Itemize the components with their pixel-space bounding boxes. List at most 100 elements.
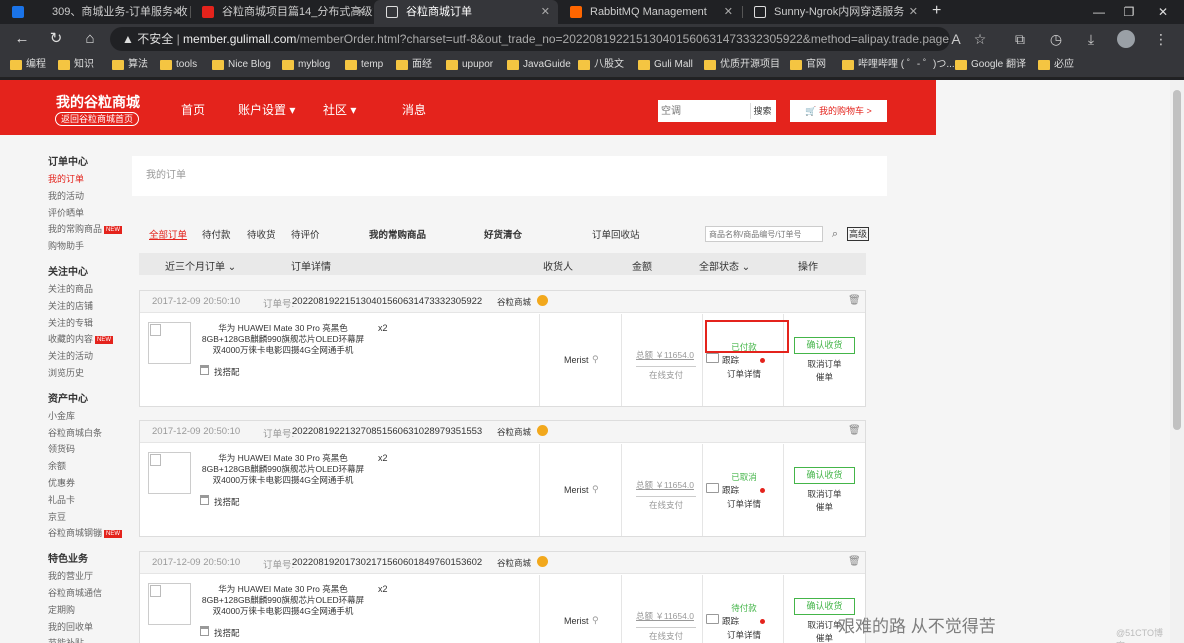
- reload-icon[interactable]: ↻: [46, 30, 66, 48]
- back-home-link[interactable]: 返回谷粒商城首页: [55, 112, 140, 126]
- nav-messages[interactable]: 消息: [402, 101, 426, 118]
- address-input[interactable]: ▲ 不安全 | member.gulimall.com/memberOrder.…: [110, 27, 950, 51]
- extension-icon[interactable]: ⧉: [1010, 30, 1030, 48]
- person-icon[interactable]: ⚲: [592, 615, 599, 626]
- browser-tab[interactable]: RabbitMQ Management ✕: [558, 0, 741, 24]
- sidebar-item[interactable]: 我的回收单: [48, 619, 128, 636]
- avatar[interactable]: [1117, 30, 1135, 48]
- browser-tab[interactable]: 谷粒商城项目篇14_分布式高级篇 ✕: [190, 0, 373, 24]
- search-button[interactable]: 搜索: [750, 103, 774, 119]
- tab-recycle-bin[interactable]: 订单回收站: [592, 227, 640, 241]
- person-icon[interactable]: ⚲: [592, 354, 599, 365]
- back-icon[interactable]: ←: [12, 30, 32, 48]
- find-accessory-link[interactable]: 找搭配: [214, 627, 240, 639]
- favorite-icon[interactable]: ☆: [970, 30, 990, 48]
- sidebar-item[interactable]: 优惠券: [48, 475, 128, 492]
- bookmark-item[interactable]: temp: [345, 58, 383, 72]
- bookmark-item[interactable]: Nice Blog: [212, 58, 271, 72]
- browser-tab-active[interactable]: 谷粒商城订单 ✕: [374, 0, 558, 24]
- search-icon[interactable]: ⌕: [825, 226, 845, 242]
- tab-pending-payment[interactable]: 待付款: [202, 227, 231, 241]
- scrollbar[interactable]: [1170, 80, 1184, 643]
- close-icon[interactable]: ✕: [724, 0, 733, 24]
- product-image[interactable]: [148, 583, 191, 625]
- sidebar-item[interactable]: 京豆: [48, 509, 128, 526]
- sidebar-item[interactable]: 小金库: [48, 408, 128, 425]
- track-link[interactable]: 跟踪: [722, 615, 739, 627]
- sidebar-item[interactable]: 礼品卡: [48, 492, 128, 509]
- sidebar-item[interactable]: 谷粒商城通信: [48, 585, 128, 602]
- urge-order-link[interactable]: 催单: [794, 371, 855, 383]
- sidebar-item[interactable]: 节能补贴: [48, 635, 128, 643]
- order-search-input[interactable]: [705, 226, 823, 242]
- browser-tab[interactable]: Sunny-Ngrok内网穿透服务 ✕: [742, 0, 926, 24]
- close-icon[interactable]: ✕: [173, 0, 182, 24]
- shop-icon[interactable]: [537, 295, 548, 306]
- nav-community[interactable]: 社区 ▾: [323, 101, 356, 118]
- nav-account-settings[interactable]: 账户设置 ▾: [238, 101, 295, 118]
- tab-clearance[interactable]: 好货清仓: [484, 227, 522, 241]
- sidebar-item[interactable]: 谷粒商城钢镚 NEW: [48, 525, 128, 542]
- browser-tab[interactable]: 309、商城业务-订单服务-收 ✕: [0, 0, 190, 24]
- tab-frequent-products[interactable]: 我的常购商品: [369, 227, 426, 241]
- sidebar-item[interactable]: 收藏的内容 NEW: [48, 331, 128, 348]
- person-icon[interactable]: ⚲: [592, 484, 599, 495]
- sidebar-item[interactable]: 评价晒单: [48, 205, 128, 222]
- shop-name[interactable]: 谷粒商城: [497, 557, 531, 569]
- nav-home[interactable]: 首页: [181, 101, 205, 118]
- minimize-button[interactable]: —: [1084, 0, 1114, 24]
- sidebar-item[interactable]: 我的订单: [48, 171, 128, 188]
- find-accessory-link[interactable]: 找搭配: [214, 366, 240, 378]
- bookmark-item[interactable]: 知识: [58, 58, 94, 72]
- bookmark-item[interactable]: 面经: [396, 58, 432, 72]
- home-icon[interactable]: ⌂: [80, 30, 100, 48]
- sidebar-item[interactable]: 谷粒商城白条: [48, 425, 128, 442]
- sidebar-item[interactable]: 我的活动: [48, 188, 128, 205]
- sidebar-item[interactable]: 我的营业厅: [48, 568, 128, 585]
- urge-order-link[interactable]: 催单: [794, 501, 855, 513]
- track-link[interactable]: 跟踪: [722, 354, 739, 366]
- read-aloud-icon[interactable]: A: [946, 30, 966, 48]
- sidebar-item[interactable]: 领货码: [48, 441, 128, 458]
- tab-all-orders[interactable]: 全部订单: [149, 227, 187, 241]
- col-time-range[interactable]: 近三个月订单 ⌄: [165, 258, 236, 273]
- cart-button[interactable]: 🛒 我的购物车 >: [790, 100, 887, 122]
- track-link[interactable]: 跟踪: [722, 484, 739, 496]
- menu-icon[interactable]: ⋮: [1151, 30, 1171, 48]
- trash-icon[interactable]: 🗑: [848, 295, 861, 306]
- bookmark-item[interactable]: 算法: [112, 58, 148, 72]
- order-detail-link[interactable]: 订单详情: [705, 629, 783, 641]
- sidebar-item[interactable]: 我的常购商品 NEW: [48, 221, 128, 238]
- tab-pending-receipt[interactable]: 待收货: [247, 227, 276, 241]
- bookmark-item[interactable]: Google 翻译: [955, 58, 1026, 72]
- trash-icon[interactable]: 🗑: [848, 425, 861, 436]
- bookmark-item[interactable]: tools: [160, 58, 197, 72]
- bookmark-item[interactable]: 必应: [1038, 58, 1074, 72]
- download-icon[interactable]: ⤓: [1081, 30, 1101, 48]
- bookmark-item[interactable]: 哔哩哔哩 ( ゜- ゜)つ...: [842, 58, 955, 72]
- bookmark-item[interactable]: 编程: [10, 58, 46, 72]
- sidebar-item[interactable]: 定期购: [48, 602, 128, 619]
- close-icon[interactable]: ✕: [541, 0, 550, 24]
- product-image[interactable]: [148, 452, 191, 494]
- restore-button[interactable]: ❐: [1114, 0, 1144, 24]
- sidebar-item[interactable]: 关注的商品: [48, 281, 128, 298]
- new-tab-button[interactable]: +: [932, 0, 941, 22]
- bookmark-item[interactable]: JavaGuide: [507, 58, 571, 72]
- confirm-receipt-button[interactable]: 确认收货: [794, 467, 855, 484]
- close-icon[interactable]: ✕: [909, 0, 918, 24]
- shop-name[interactable]: 谷粒商城: [497, 296, 531, 308]
- advanced-search-button[interactable]: 高级: [847, 227, 869, 241]
- sidebar-item[interactable]: 关注的活动: [48, 348, 128, 365]
- close-icon[interactable]: ✕: [356, 0, 365, 24]
- bookmark-item[interactable]: upupor: [446, 58, 493, 72]
- shop-icon[interactable]: [537, 556, 548, 567]
- product-image[interactable]: [148, 322, 191, 364]
- sidebar-item[interactable]: 关注的专辑: [48, 315, 128, 332]
- sidebar-item[interactable]: 浏览历史: [48, 365, 128, 382]
- site-logo[interactable]: 我的谷粒商城: [56, 92, 140, 112]
- product-name[interactable]: 华为 HUAWEI Mate 30 Pro 亮黑色 8GB+128GB麒麟990…: [198, 584, 368, 617]
- col-status[interactable]: 全部状态 ⌄: [699, 258, 750, 273]
- shop-icon[interactable]: [537, 425, 548, 436]
- sidebar-item[interactable]: 购物助手: [48, 238, 128, 255]
